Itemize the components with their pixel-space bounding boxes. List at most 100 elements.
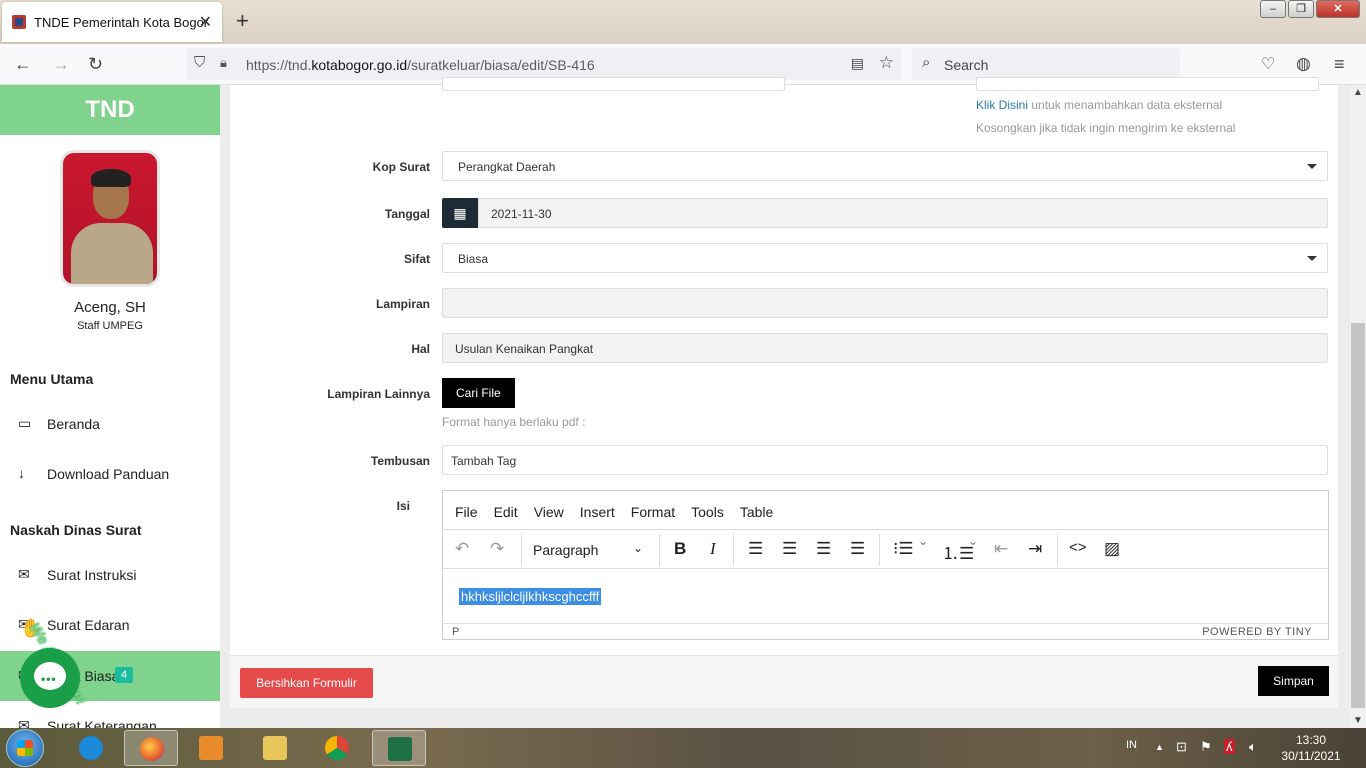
window-close-button[interactable]: ✕ [1316, 0, 1360, 18]
scroll-down-icon[interactable]: ▼ [1353, 715, 1363, 726]
forward-arrow-icon[interactable]: → [52, 54, 70, 75]
bookmark-star-icon[interactable]: ☆ [879, 53, 894, 73]
browser-tab-bar: TNDE Pemerintah Kota Bogor ✕ + – ❐ ✕ [0, 0, 1366, 44]
partial-field-right[interactable] [976, 77, 1319, 91]
chat-widget-button[interactable]: ••• [20, 648, 80, 708]
reader-view-icon[interactable]: ▤ [851, 55, 864, 72]
lampiran-lainnya-label: Lampiran Lainnya [327, 387, 430, 401]
browser-tab[interactable]: TNDE Pemerintah Kota Bogor ✕ [2, 2, 222, 42]
menu-tools[interactable]: Tools [691, 504, 724, 529]
window-controls: – ❐ ✕ [1260, 0, 1360, 18]
source-code-icon[interactable]: <> [1069, 539, 1087, 556]
klik-disini-link[interactable]: Klik Disini [976, 98, 1028, 112]
address-bar[interactable]: ⛉ 🔒︎ https://tnd.kotabogor.go.id/suratke… [186, 48, 902, 80]
clear-form-button[interactable]: Bersihkan Formulir [240, 668, 373, 698]
taskbar-firefox[interactable] [124, 730, 178, 766]
back-arrow-icon[interactable]: ← [14, 54, 32, 75]
start-button[interactable] [6, 729, 44, 767]
brand-logo[interactable]: TND [0, 85, 220, 135]
search-placeholder: Search [944, 57, 989, 73]
excel-icon [388, 737, 412, 761]
element-path[interactable]: P [452, 626, 459, 638]
reload-icon[interactable]: ↻ [88, 54, 103, 75]
align-right-icon[interactable]: ☰ [816, 539, 831, 559]
align-justify-icon[interactable]: ☰ [850, 539, 865, 559]
save-button[interactable]: Simpan [1258, 666, 1329, 696]
menu-format[interactable]: Format [631, 504, 675, 529]
page-scrollbar[interactable]: ▲ ▼ [1350, 85, 1366, 728]
language-indicator[interactable]: IN [1126, 739, 1137, 751]
tembusan-tag-input[interactable]: Tambah Tag [442, 445, 1328, 475]
align-left-icon[interactable]: ☰ [748, 539, 763, 559]
hamburger-menu-icon[interactable]: ≡ [1334, 54, 1345, 75]
calendar-icon[interactable]: ▦ [442, 198, 478, 228]
url-text[interactable]: https://tnd.kotabogor.go.id/suratkeluar/… [246, 57, 595, 73]
taskbar-media[interactable] [184, 730, 238, 766]
chevron-down-icon[interactable]: ⌄ [633, 541, 643, 555]
taskbar-ie[interactable] [64, 730, 118, 766]
cari-file-button[interactable]: Cari File [442, 378, 515, 408]
new-tab-button[interactable]: + [236, 8, 249, 34]
isi-label: Isi [396, 499, 410, 513]
bullet-list-icon[interactable]: ⁝☰ [893, 539, 914, 559]
tracking-shield-icon[interactable]: ⛉ [194, 54, 205, 71]
sidebar-item-surat-instruksi[interactable]: ✉ Surat Instruksi [0, 555, 220, 595]
menu-table[interactable]: Table [740, 504, 773, 529]
menu-view[interactable]: View [534, 504, 564, 529]
lock-icon[interactable]: 🔒︎ [220, 55, 227, 71]
lampiran-input[interactable] [442, 288, 1328, 318]
scrollbar-thumb[interactable] [1351, 323, 1365, 708]
taskbar-excel[interactable] [372, 730, 426, 766]
scroll-up-icon[interactable]: ▲ [1353, 87, 1363, 98]
menu-insert[interactable]: Insert [580, 504, 615, 529]
close-tab-icon[interactable]: ✕ [199, 12, 212, 32]
taskbar-explorer[interactable] [248, 730, 302, 766]
tanggal-input[interactable]: 2021-11-30 [478, 198, 1328, 228]
chevron-down-icon[interactable]: ⌄ [918, 534, 928, 548]
flag-icon[interactable]: ⚑ [1200, 739, 1212, 755]
network-icon[interactable]: ⊡ [1176, 739, 1187, 755]
editor-content[interactable]: hkhksljlclcljlkhkscghccfff [459, 588, 602, 605]
outdent-icon[interactable]: ⇤ [994, 539, 1008, 559]
envelope-icon: ✉ [18, 566, 30, 582]
minimize-button[interactable]: – [1260, 0, 1286, 18]
account-globe-icon[interactable]: ◍ [1296, 54, 1311, 74]
redo-icon[interactable]: ↷ [490, 539, 504, 559]
undo-icon[interactable]: ↶ [455, 539, 469, 559]
menu-section-naskah: Naskah Dinas Surat [10, 522, 142, 538]
chevron-down-icon[interactable]: ⌄ [968, 534, 978, 548]
sifat-label: Sifat [403, 252, 430, 266]
indent-icon[interactable]: ⇥ [1028, 539, 1042, 559]
sidebar-item-download-panduan[interactable]: ↓ Download Panduan [0, 454, 220, 494]
sidebar-item-label: Surat Keterangan [47, 718, 157, 728]
tembusan-label: Tembusan [370, 454, 430, 468]
maximize-button[interactable]: ❐ [1288, 0, 1314, 18]
sidebar-item-beranda[interactable]: ▭ Beranda [0, 404, 220, 444]
pocket-icon[interactable]: ♡ [1261, 54, 1275, 74]
italic-icon[interactable]: I [710, 539, 716, 559]
menu-edit[interactable]: Edit [494, 504, 518, 529]
user-name: Aceng, SH [74, 299, 146, 316]
volume-icon[interactable]: 🔈︎ [1249, 739, 1257, 755]
search-bar[interactable]: ⌕ Search [912, 48, 1180, 80]
hal-input[interactable]: Usulan Kenaikan Pangkat [442, 333, 1328, 363]
clock[interactable]: 13:30 30/11/2021 [1276, 732, 1346, 764]
menu-file[interactable]: File [455, 504, 478, 529]
block-format-select[interactable]: Paragraph [533, 542, 598, 558]
antivirus-icon[interactable]: ʎ [1224, 739, 1235, 754]
tanggal-label: Tanggal [384, 207, 430, 221]
kop-surat-select[interactable]: Perangkat Daerah [442, 151, 1328, 181]
partial-field-left[interactable] [442, 77, 785, 91]
download-icon: ↓ [18, 465, 25, 481]
bold-icon[interactable]: B [674, 539, 686, 559]
image-icon[interactable]: ▨ [1104, 539, 1120, 559]
search-icon: ⌕ [922, 54, 931, 71]
show-hidden-icons[interactable]: ▲ [1155, 742, 1164, 752]
taskbar-chrome[interactable] [310, 730, 364, 766]
sidebar-item-surat-keterangan[interactable]: ✉ Surat Keterangan [0, 706, 220, 728]
align-center-icon[interactable]: ☰ [782, 539, 797, 559]
powered-by-tiny[interactable]: POWERED BY TINY [1202, 626, 1312, 638]
sifat-select[interactable]: Biasa [442, 243, 1328, 273]
kop-surat-label: Kop Surat [372, 160, 430, 174]
sidebar-item-label: Beranda [47, 416, 100, 432]
